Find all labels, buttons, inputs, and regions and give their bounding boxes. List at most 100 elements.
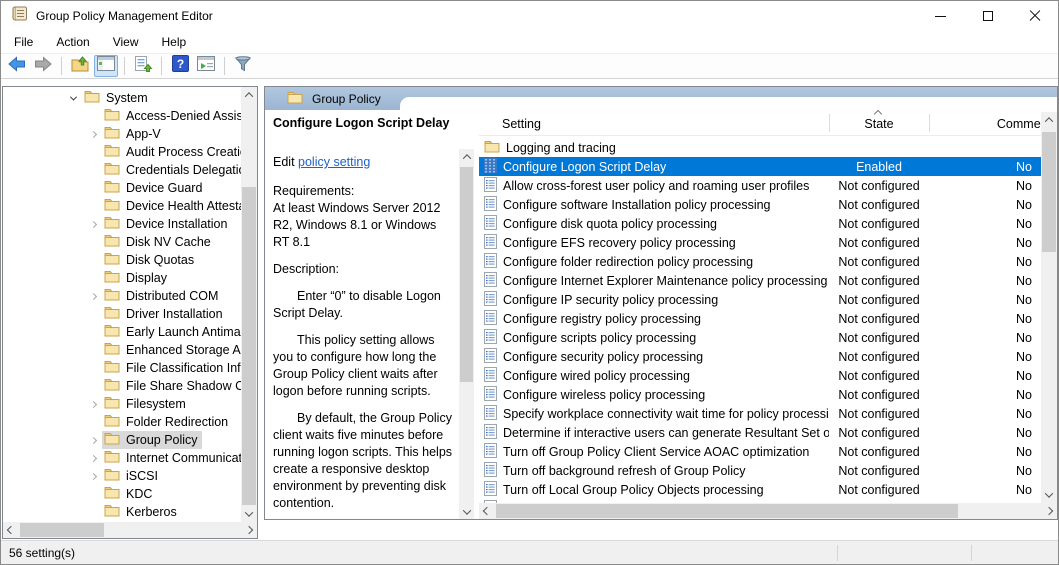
tree-item-content[interactable]: Group Policy (102, 431, 202, 449)
filter-button[interactable] (231, 55, 255, 77)
setting-row[interactable]: Configure software Installation policy p… (479, 195, 1041, 214)
chevron-right-icon[interactable] (85, 402, 102, 407)
back-button[interactable] (5, 55, 29, 77)
scroll-right-arrow-icon[interactable] (1041, 503, 1057, 519)
scroll-down-arrow-icon[interactable] (1041, 487, 1057, 503)
tree-item-access-denied-assista[interactable]: Access-Denied Assista (3, 107, 241, 125)
tree-item-kdc[interactable]: KDC (3, 485, 241, 503)
tree-item-content[interactable]: KDC (102, 485, 156, 503)
export-list-button[interactable] (131, 55, 155, 77)
tree-vertical-scrollbar[interactable] (241, 87, 257, 522)
tree-item-content[interactable]: Internet Communicati (102, 449, 241, 467)
scroll-left-arrow-icon[interactable] (479, 503, 495, 519)
edit-policy-setting-link[interactable]: policy setting (298, 155, 370, 169)
setting-row[interactable]: Configure disk quota policy processingNo… (479, 214, 1041, 233)
minimize-button[interactable] (917, 1, 964, 31)
list-vertical-scrollbar[interactable] (1041, 112, 1057, 503)
tree-item-disk-nv-cache[interactable]: Disk NV Cache (3, 233, 241, 251)
tree-item-content[interactable]: System (82, 89, 152, 107)
setting-row[interactable]: Determine if interactive users can gener… (479, 423, 1041, 442)
tree-item-device-installation[interactable]: Device Installation (3, 215, 241, 233)
list-vscroll-thumb[interactable] (1042, 132, 1056, 252)
chevron-right-icon[interactable] (85, 294, 102, 299)
tree-item-content[interactable]: Driver Installation (102, 305, 227, 323)
setting-row[interactable]: Configure Logon Script DelayEnabledNo (479, 157, 1041, 176)
menu-action[interactable]: Action (53, 33, 92, 51)
tree-item-content[interactable]: Distributed COM (102, 287, 222, 305)
tree-item-group-policy[interactable]: Group Policy (3, 431, 241, 449)
tree-item-device-guard[interactable]: Device Guard (3, 179, 241, 197)
console-window-button[interactable] (194, 55, 218, 77)
tree-item-content[interactable]: File Share Shadow Cop (102, 377, 241, 395)
tree-item-kerberos[interactable]: Kerberos (3, 503, 241, 521)
scroll-up-arrow-icon[interactable] (241, 87, 257, 103)
scroll-up-arrow-icon[interactable] (459, 149, 474, 164)
chevron-down-icon[interactable] (65, 96, 82, 101)
scroll-down-arrow-icon[interactable] (241, 506, 257, 522)
tree-item-enhanced-storage-acc[interactable]: Enhanced Storage Acc (3, 341, 241, 359)
tree-item-folder-redirection[interactable]: Folder Redirection (3, 413, 241, 431)
setting-row[interactable]: Configure wired policy processingNot con… (479, 366, 1041, 385)
tree-item-distributed-com[interactable]: Distributed COM (3, 287, 241, 305)
menu-help[interactable]: Help (159, 33, 190, 51)
tree-item-content[interactable]: Access-Denied Assista (102, 107, 241, 125)
setting-row[interactable]: Turn off Local Group Policy Objects proc… (479, 480, 1041, 499)
chevron-right-icon[interactable] (85, 438, 102, 443)
setting-row[interactable]: Specify workplace connectivity wait time… (479, 404, 1041, 423)
column-header-setting[interactable]: Setting (502, 117, 541, 131)
tree-item-filesystem[interactable]: Filesystem (3, 395, 241, 413)
tree-item-file-share-shadow-cop[interactable]: File Share Shadow Cop (3, 377, 241, 395)
chevron-right-icon[interactable] (85, 222, 102, 227)
up-one-level-button[interactable] (68, 55, 92, 77)
tree-item-content[interactable]: iSCSI (102, 467, 162, 485)
forward-button[interactable] (31, 55, 55, 77)
tree-item-content[interactable]: Filesystem (102, 395, 190, 413)
tree-item-content[interactable]: Disk NV Cache (102, 233, 215, 251)
description-vertical-scrollbar[interactable] (459, 149, 474, 519)
tree-hscroll-thumb[interactable] (20, 523, 104, 537)
tree-horizontal-scrollbar[interactable] (3, 522, 257, 538)
scroll-up-arrow-icon[interactable] (1041, 112, 1057, 128)
setting-row[interactable]: Configure EFS recovery policy processing… (479, 233, 1041, 252)
scroll-right-arrow-icon[interactable] (241, 522, 257, 538)
description-vscroll-thumb[interactable] (460, 167, 473, 382)
tree-item-device-health-attestat[interactable]: Device Health Attestat (3, 197, 241, 215)
tree-item-credentials-delegation[interactable]: Credentials Delegation (3, 161, 241, 179)
chevron-right-icon[interactable] (85, 474, 102, 479)
tree-item-content[interactable]: Enhanced Storage Acc (102, 341, 241, 359)
setting-row[interactable]: Configure IP security policy processingN… (479, 290, 1041, 309)
setting-row[interactable]: Configure security policy processingNot … (479, 347, 1041, 366)
tree-item-app-v[interactable]: App-V (3, 125, 241, 143)
scroll-left-arrow-icon[interactable] (3, 522, 19, 538)
setting-row[interactable]: Configure registry policy processingNot … (479, 309, 1041, 328)
column-header-comment[interactable]: Comment (929, 117, 1057, 131)
tree-item-audit-process-creation[interactable]: Audit Process Creation (3, 143, 241, 161)
tree-item-disk-quotas[interactable]: Disk Quotas (3, 251, 241, 269)
tree-item-content[interactable]: Disk Quotas (102, 251, 198, 269)
tree-item-content[interactable]: Display (102, 269, 171, 287)
tree-vscroll-thumb[interactable] (242, 187, 256, 505)
column-header-state[interactable]: State (829, 117, 929, 131)
tree-item-content[interactable]: Audit Process Creation (102, 143, 241, 161)
show-console-tree-button[interactable] (94, 55, 118, 77)
scroll-down-arrow-icon[interactable] (459, 504, 474, 519)
tree-item-content[interactable]: Folder Redirection (102, 413, 232, 431)
column-divider[interactable] (829, 114, 830, 132)
tree-item-iscsi[interactable]: iSCSI (3, 467, 241, 485)
setting-row[interactable]: Configure Internet Explorer Maintenance … (479, 271, 1041, 290)
setting-row[interactable]: Configure scripts policy processingNot c… (479, 328, 1041, 347)
setting-row[interactable]: Logging and tracing (479, 138, 1041, 157)
tree-item-internet-communicati[interactable]: Internet Communicati (3, 449, 241, 467)
tree-item-content[interactable]: Device Guard (102, 179, 206, 197)
tree-item-driver-installation[interactable]: Driver Installation (3, 305, 241, 323)
chevron-right-icon[interactable] (85, 456, 102, 461)
list-horizontal-scrollbar[interactable] (479, 503, 1057, 519)
close-button[interactable] (1011, 1, 1058, 31)
tree-item-content[interactable]: Device Installation (102, 215, 231, 233)
column-divider[interactable] (929, 114, 930, 132)
setting-row[interactable]: Turn off Group Policy Client Service AOA… (479, 442, 1041, 461)
tree-item-content[interactable]: Device Health Attestat (102, 197, 241, 215)
tree-item-content[interactable]: App-V (102, 125, 165, 143)
maximize-button[interactable] (964, 1, 1011, 31)
tree-item-early-launch-antimalw[interactable]: Early Launch Antimalw (3, 323, 241, 341)
